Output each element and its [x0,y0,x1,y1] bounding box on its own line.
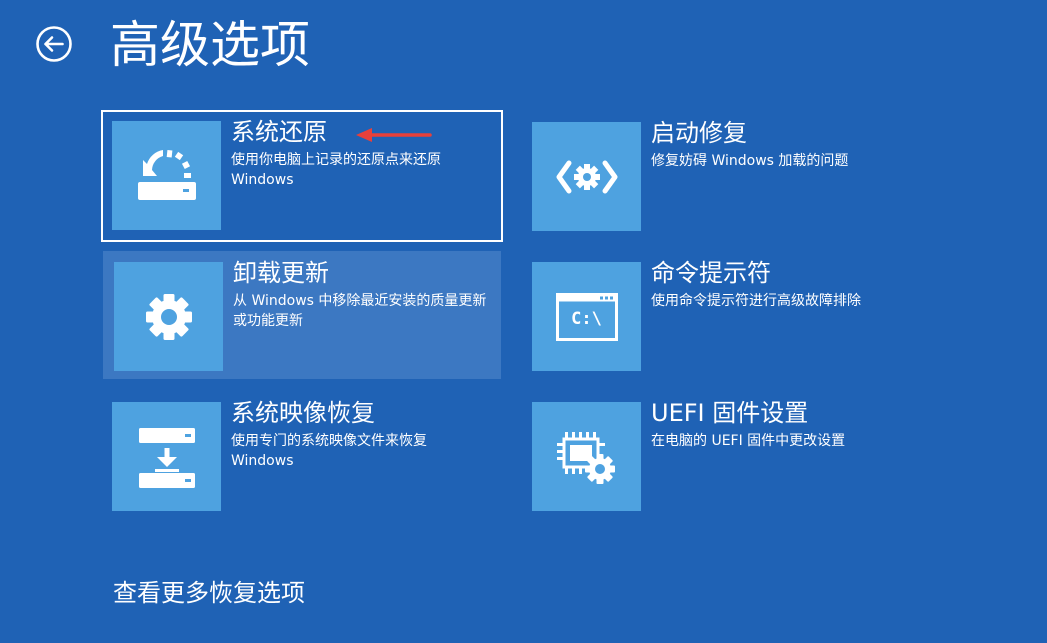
option-description: 从 Windows 中移除最近安装的质量更新或功能更新 [233,293,487,329]
option-system-image-recovery[interactable]: 系统映像恢复 使用专门的系统映像文件来恢复 Windows [101,391,499,519]
option-title: UEFI 固件设置 [651,399,809,427]
option-description: 使用命令提示符进行高级故障排除 [651,293,861,309]
annotation-arrow-icon [356,128,432,142]
option-command-prompt[interactable]: C:\ 命令提示符 使用命令提示符进行高级故障排除 [521,251,919,379]
startup-repair-icon [556,160,617,193]
startup-repair-icon-tile [532,122,641,231]
command-prompt-icon: C:\ [555,292,618,341]
uefi-settings-icon-tile [532,402,641,511]
system-restore-icon-tile [112,121,221,230]
system-image-recovery-icon-tile [112,402,221,511]
option-uefi-settings[interactable]: UEFI 固件设置 在电脑的 UEFI 固件中更改设置 [521,391,919,519]
see-more-recovery-options-link[interactable]: 查看更多恢复选项 [113,576,305,610]
command-prompt-icon-text: C:\ [571,308,602,329]
option-title: 系统还原 [231,118,327,146]
system-restore-icon [137,149,196,200]
option-description: 在电脑的 UEFI 固件中更改设置 [651,433,846,449]
option-title: 卸载更新 [233,259,329,287]
system-image-recovery-icon [138,427,195,488]
option-description: 修复妨碍 Windows 加载的问题 [651,153,849,169]
option-uninstall-updates[interactable]: 卸载更新 从 Windows 中移除最近安装的质量更新或功能更新 [103,251,501,379]
option-startup-repair[interactable]: 启动修复 修复妨碍 Windows 加载的问题 [521,111,919,239]
option-description: 使用你电脑上记录的还原点来还原 Windows [231,152,441,188]
option-title: 启动修复 [651,119,747,147]
uninstall-updates-icon-tile [114,262,223,371]
option-title: 命令提示符 [651,259,771,287]
back-arrow-icon[interactable] [34,24,74,64]
gear-icon [145,293,192,340]
command-prompt-icon-tile: C:\ [532,262,641,371]
option-title: 系统映像恢复 [231,399,375,427]
page-title: 高级选项 [110,16,310,74]
option-description: 使用专门的系统映像文件来恢复 Windows [231,433,427,469]
uefi-chip-gear-icon [556,431,615,484]
option-system-restore[interactable]: 系统还原 使用你电脑上记录的还原点来还原 Windows [101,110,503,242]
